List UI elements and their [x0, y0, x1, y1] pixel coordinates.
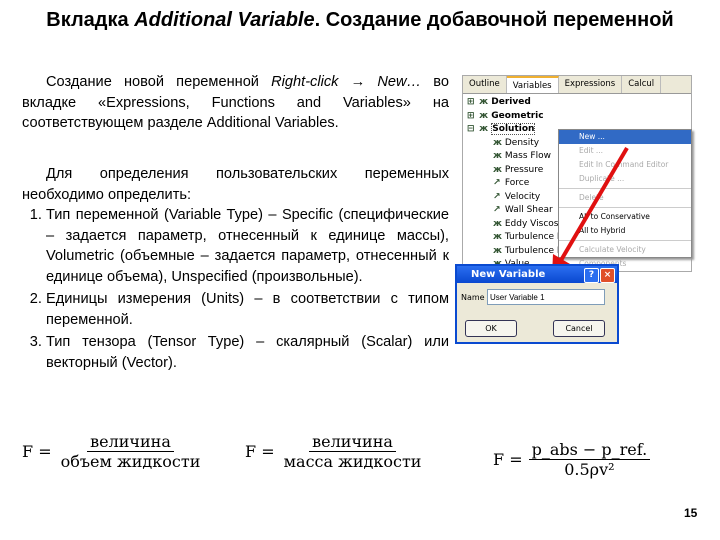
new-variable-dialog: New Variable ? × Name OK Cancel: [455, 264, 619, 344]
help-button[interactable]: ?: [584, 268, 599, 283]
name-input[interactable]: [487, 289, 605, 305]
close-button[interactable]: ×: [600, 268, 615, 283]
ok-button[interactable]: OK: [465, 320, 517, 337]
name-label: Name: [461, 293, 485, 302]
cancel-button[interactable]: Cancel: [553, 320, 605, 337]
dialog-title-bar: New Variable ? ×: [457, 266, 617, 283]
